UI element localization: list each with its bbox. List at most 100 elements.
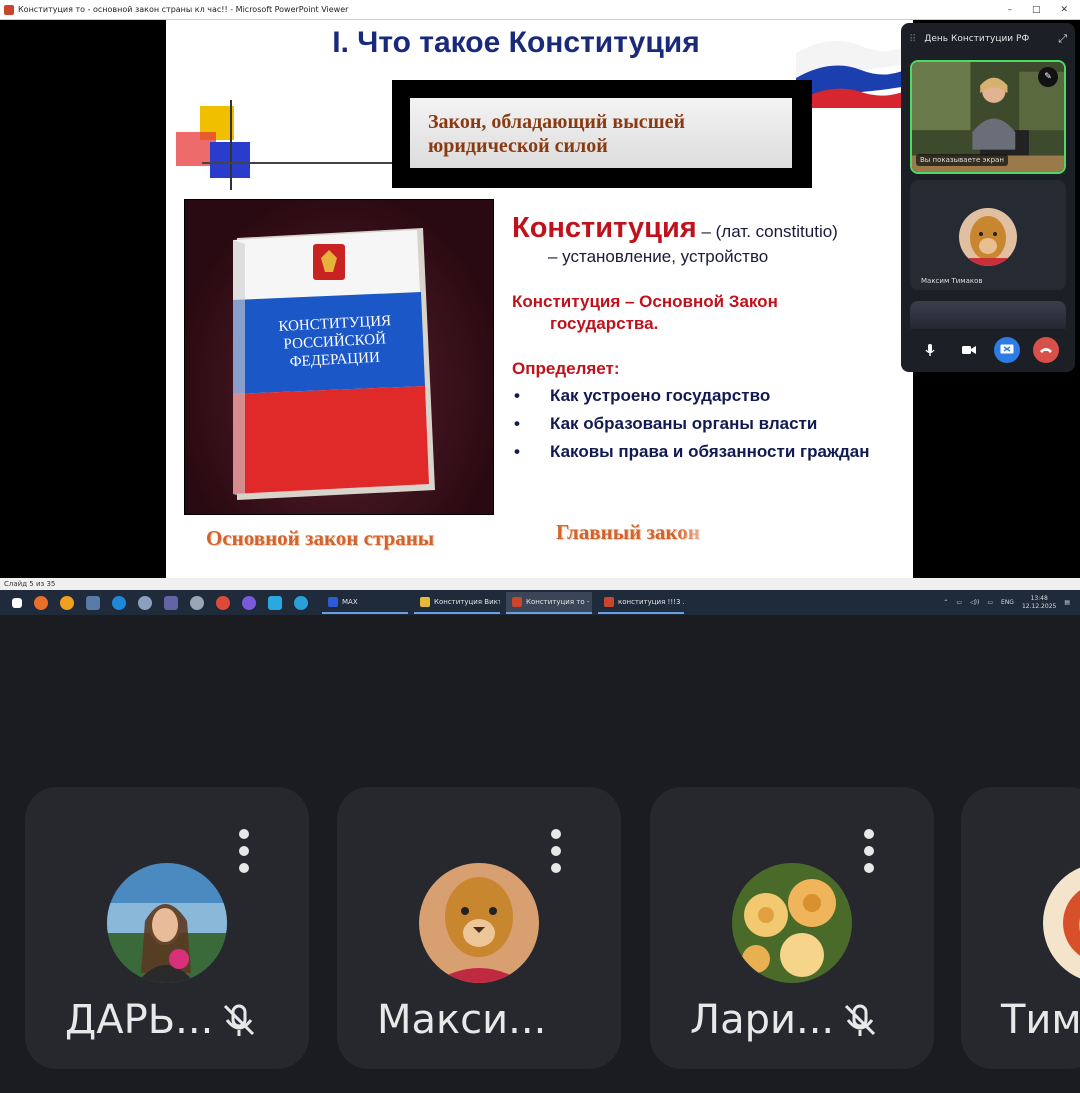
powerpoint-icon xyxy=(512,596,522,607)
taskbar-app-label: Конституция Викт... xyxy=(434,597,500,606)
participant-card[interactable]: Макси... xyxy=(337,787,621,1069)
participant-name: Максим Тимаков xyxy=(921,277,983,285)
explorer-icon[interactable] xyxy=(86,595,100,610)
tray-battery-icon[interactable]: ▭ xyxy=(987,599,993,606)
defines-list: • Как устроено государство • Как образован… xyxy=(512,385,902,463)
slide-definition-text: Конституция – (лат. constitutio) – устан… xyxy=(512,212,902,469)
hang-up-icon xyxy=(1039,348,1052,353)
participant-card[interactable]: Лари... xyxy=(650,787,934,1069)
chrome-icon[interactable] xyxy=(216,595,230,610)
constitution-book-image: КОНСТИТУЦИЯ РОССИЙСКОЙ ФЕДЕРАЦИИ xyxy=(184,199,494,515)
browser-icon[interactable] xyxy=(138,595,152,610)
maximize-button[interactable]: □ xyxy=(1032,5,1041,15)
self-video-tile[interactable]: ✎ Вы показываете экран xyxy=(910,60,1066,174)
caption-main-law: Главный закон xyxy=(556,520,700,544)
tray-language[interactable]: ENG xyxy=(1001,599,1014,606)
participant-avatar xyxy=(732,863,852,983)
app-icon[interactable] xyxy=(190,595,204,610)
taskbar-app-label: MAX xyxy=(342,597,358,606)
camera-icon xyxy=(961,346,976,354)
microphone-button[interactable] xyxy=(917,337,943,363)
law-line-1: Закон, обладающий высшей xyxy=(428,111,685,133)
participant-name-row: ДАРЬ... xyxy=(65,997,259,1043)
participant-name: Макси... xyxy=(377,997,547,1043)
participant-name: ДАРЬ... xyxy=(65,997,214,1043)
camera-button[interactable] xyxy=(956,337,982,363)
more-options-icon[interactable] xyxy=(239,829,253,880)
definition-meaning: – установление, устройство xyxy=(548,247,769,266)
participant-tile[interactable] xyxy=(910,180,1066,290)
powerpoint-title-bar: Конституция то - основной закон страны к… xyxy=(0,0,1080,20)
minimize-button[interactable]: – xyxy=(1007,5,1012,15)
windows-taskbar: MAX Конституция Викт... Конституция то -… xyxy=(0,590,1080,615)
root: Конституция то - основной закон страны к… xyxy=(0,0,1080,1093)
search-icon[interactable] xyxy=(60,595,74,610)
list-item: • Каковы права и обязанности граждан xyxy=(514,442,870,461)
main-law-line-2: государства. xyxy=(550,314,659,333)
participant-gallery: ДАРЬ... Макси... Лари... Тим xyxy=(0,615,1080,1093)
more-options-icon[interactable] xyxy=(864,829,878,880)
end-call-button[interactable] xyxy=(1032,337,1059,363)
law-definition-inner: Закон, обладающий высшей юридической сил… xyxy=(410,98,792,168)
law-definition-box: Закон, обладающий высшей юридической сил… xyxy=(392,80,812,188)
firefox-icon[interactable] xyxy=(34,595,48,610)
windows-start-icon[interactable] xyxy=(12,597,22,608)
participant-name-row: Макси... xyxy=(377,997,546,1043)
pin-icon[interactable]: ✎ xyxy=(1038,67,1058,87)
taskbar-app-powerpoint-1[interactable]: Конституция то - о... xyxy=(506,591,592,614)
max-app-icon xyxy=(328,596,338,607)
muted-mic-icon xyxy=(845,1004,876,1036)
presentation-slide: I. Что такое Конституция Закон, обладающ… xyxy=(166,20,913,578)
colored-squares-decoration xyxy=(176,100,250,190)
list-item-text: Как устроено государство xyxy=(550,386,771,405)
screen-share-button[interactable] xyxy=(994,337,1021,363)
definition-latin: – (лат. constitutio) xyxy=(696,222,838,241)
window-controls: – □ ✕ xyxy=(1007,5,1080,15)
tray-chevron-icon[interactable]: ⌃ xyxy=(943,599,948,606)
coat-of-arms-icon xyxy=(313,244,345,280)
shared-screen: Конституция то - основной закон страны к… xyxy=(0,0,1080,615)
participant-tile-partial[interactable] xyxy=(910,301,1066,329)
drag-handle-icon[interactable]: ⠿ xyxy=(909,34,916,45)
decorative-line xyxy=(202,162,402,164)
muted-mic-icon xyxy=(224,1004,255,1036)
expand-icon[interactable]: ⤢ xyxy=(1058,32,1067,46)
participant-avatar xyxy=(1043,863,1080,983)
screen-share-label: Вы показываете экран xyxy=(916,154,1008,166)
notifications-icon[interactable]: ▤ xyxy=(1064,599,1070,606)
law-line-2: юридической силой xyxy=(428,135,608,157)
tray-network-icon[interactable]: ▭ xyxy=(956,599,962,606)
list-item: • Как образованы органы власти xyxy=(514,414,818,433)
participant-card[interactable]: Тиму xyxy=(961,787,1080,1069)
caption-main-law-country: Основной закон страны xyxy=(206,526,435,550)
participant-card[interactable]: ДАРЬ... xyxy=(25,787,309,1069)
viber-icon[interactable] xyxy=(242,595,256,610)
store-icon[interactable] xyxy=(268,595,282,610)
teams-icon[interactable] xyxy=(164,595,178,610)
taskbar-app-label: Конституция то - о... xyxy=(526,597,592,606)
list-item-text: Каковы права и обязанности граждан xyxy=(550,442,870,461)
slide-status-bar: Слайд 5 из 35 xyxy=(0,578,1080,590)
close-button[interactable]: ✕ xyxy=(1060,5,1068,15)
list-item: • Как устроено государство xyxy=(514,386,771,405)
slide-title: I. Что такое Конституция xyxy=(332,26,700,59)
taskbar-app-label: конституция !!!3 ... xyxy=(618,597,684,606)
lioness-avatar xyxy=(959,208,1017,266)
definition-term: Конституция xyxy=(512,212,697,244)
tray-time: 13:48 xyxy=(1030,594,1048,602)
edge-icon[interactable] xyxy=(112,595,126,610)
participant-name: Тиму xyxy=(1001,997,1080,1043)
tray-clock[interactable]: 13:48 12.12.2025 xyxy=(1022,595,1056,611)
tray-volume-icon[interactable]: ◁)) xyxy=(970,599,979,606)
defines-label: Определяет: xyxy=(512,359,620,378)
more-options-icon[interactable] xyxy=(551,829,565,880)
taskbar-app-powerpoint-2[interactable]: конституция !!!3 ... xyxy=(598,592,684,614)
taskbar-app-folder[interactable]: Конституция Викт... xyxy=(414,592,500,614)
meeting-mini-window: ⠿ День Конституции РФ ⤢ ✎ Вы показываете… xyxy=(901,23,1075,372)
telegram-icon[interactable] xyxy=(294,595,308,610)
taskbar-app-max[interactable]: MAX xyxy=(322,592,408,614)
microphone-icon xyxy=(925,344,935,356)
window-title: Конституция то - основной закон страны к… xyxy=(18,5,349,14)
main-law-line-1: Конституция – Основной Закон xyxy=(512,292,778,311)
main-law-text: Конституция – Основной Закон государства… xyxy=(512,291,902,335)
